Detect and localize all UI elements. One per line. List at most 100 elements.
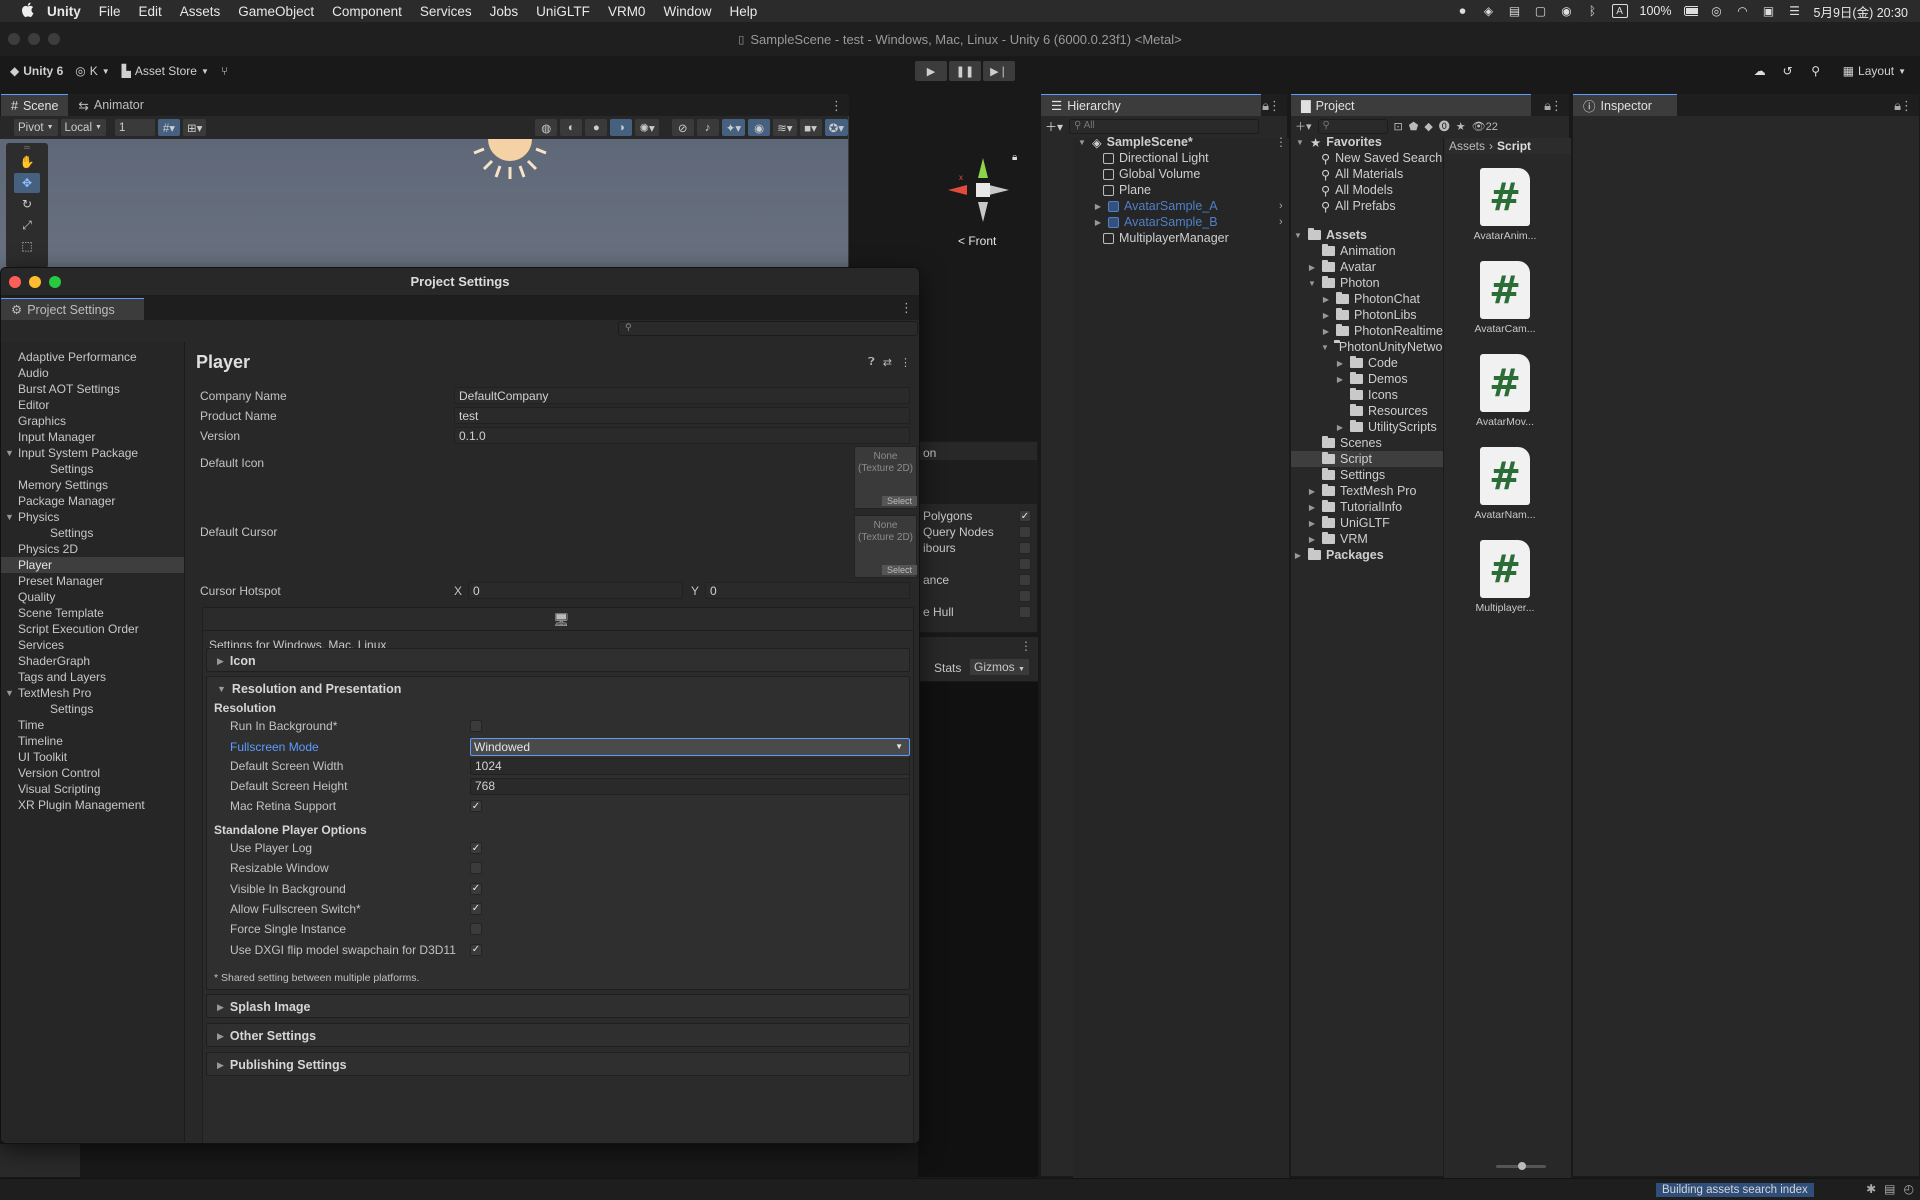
step-button[interactable]: ▶❘ [983,61,1015,81]
shaded-icon[interactable]: ● [585,119,608,136]
close-window-button[interactable] [9,276,21,288]
expand-arrow-icon[interactable]: ▶ [1307,487,1317,496]
tab-hierarchy[interactable]: ☰ Hierarchy [1041,94,1261,116]
zoom-window-button[interactable] [49,276,61,288]
orientation-gizmo[interactable]: x [943,150,1013,230]
hull-checkbox[interactable] [1019,606,1031,618]
settings-category-item[interactable]: Settings [1,701,184,717]
scene-root[interactable]: ▼ ◈ SampleScene* [1077,134,1193,150]
battery-icon[interactable] [1683,4,1698,18]
effects-dropdown[interactable]: ✦▾ [721,119,746,136]
visibility-icon[interactable]: ◉ [748,119,771,136]
project-folder-item[interactable]: Script [1291,451,1443,467]
script-asset[interactable]: # AvatarAnim... [1465,168,1545,242]
expand-arrow-icon[interactable]: ▶ [1335,375,1345,384]
menu-file[interactable]: File [90,4,130,19]
script-asset[interactable]: # AvatarNam... [1465,447,1545,521]
menu-help[interactable]: Help [720,4,766,19]
camera-dropdown[interactable]: ■▾ [799,119,822,136]
progress-icon[interactable]: ◴ [1904,1182,1914,1196]
settings-category-item[interactable]: Editor [1,397,184,413]
snap-increment-dropdown[interactable]: ⊞▾ [182,119,207,136]
local-dropdown[interactable]: Local ▼ [60,119,106,136]
user-icon[interactable]: ◎ [1710,4,1724,18]
hierarchy-item[interactable]: MultiplayerManager [1103,230,1229,246]
expand-arrow-icon[interactable]: ▶ [1321,327,1331,336]
panel-menu-icon[interactable]: ⋮ [830,98,843,114]
project-folder-item[interactable]: ▶ PhotonChat [1291,291,1443,307]
record-icon[interactable]: ⏺ [1456,4,1470,18]
expand-arrow-icon[interactable]: ▶ [1307,519,1317,528]
favorite-icon[interactable]: ★ [1456,120,1466,133]
grid-visibility-dropdown[interactable]: #▾ [157,119,180,136]
menu-component[interactable]: Component [323,4,411,19]
settings-category-item[interactable]: Package Manager [1,493,184,509]
settings-category-item[interactable]: Version Control [1,765,184,781]
settings-category-item[interactable]: Adaptive Performance [1,349,184,365]
project-folder-item[interactable]: ▶ PhotonLibs [1291,307,1443,323]
unity-status-icon[interactable]: ◈ [1482,4,1496,18]
product-name-field[interactable]: test [454,407,910,424]
settings-category-item[interactable]: XR Plugin Management [1,797,184,813]
publishing-settings-section[interactable]: ▶ Publishing Settings [206,1052,910,1076]
script-asset[interactable]: # AvatarCam... [1465,261,1545,335]
company-name-field[interactable]: DefaultCompany [454,387,910,404]
add-dropdown[interactable]: ＋▾ [1295,118,1312,134]
project-folder-item[interactable]: ▼ Photon [1291,275,1443,291]
asset-store-dropdown[interactable]: ▙ Asset Store ▼ [116,61,215,81]
settings-category-item[interactable]: ▼ TextMesh Pro [1,685,184,701]
panel-menu-icon[interactable]: ⋮ [1550,98,1563,114]
icon-size-slider[interactable] [1496,1162,1546,1170]
cloud-icon[interactable]: ☁ [1753,64,1767,78]
query-nodes-checkbox[interactable] [1019,526,1031,538]
neighbours-checkbox[interactable] [1019,542,1031,554]
settings-category-item[interactable]: Scene Template [1,605,184,621]
gizmos-button[interactable]: Gizmos ▼ [970,659,1029,675]
favorites-header[interactable]: ▼ ★ Favorites [1295,134,1382,150]
menu-app-unity[interactable]: Unity [38,4,90,19]
window-icon[interactable]: ▢ [1534,4,1548,18]
add-dropdown[interactable]: ＋▾ [1045,118,1063,135]
menu-gameobject[interactable]: GameObject [229,4,323,19]
version-control-button[interactable]: ⑂ [215,61,234,81]
rect-tool-icon[interactable]: ⬚ [14,236,40,256]
hidden-count-icon[interactable]: 👁︎22 [1472,120,1498,133]
chevron-right-icon[interactable]: › [1279,216,1283,228]
settings-category-item[interactable]: ▼ Input System Package [1,445,184,461]
project-folder-item[interactable]: ▶ UniGLTF [1291,515,1443,531]
tab-project-settings[interactable]: ⚙ Project Settings [1,298,144,320]
settings-category-item[interactable]: Visual Scripting [1,781,184,797]
overlay-checkbox[interactable] [1019,590,1031,602]
favorite-item[interactable]: ⚲ All Prefabs [1321,198,1443,214]
settings-category-item[interactable]: Player [1,557,184,573]
play-button[interactable]: ▶ [915,61,947,81]
app-status-icon[interactable]: ▣ [1762,4,1776,18]
zoom-window-button[interactable] [48,33,60,45]
settings-category-item[interactable]: Tags and Layers [1,669,184,685]
hierarchy-item[interactable]: Plane [1103,182,1151,198]
menu-window[interactable]: Window [654,4,720,19]
settings-category-item[interactable]: Graphics [1,413,184,429]
project-folder-item[interactable]: ▼PhotonUnityNetworking [1291,339,1443,355]
icon-section[interactable]: ▶ Icon [206,648,910,672]
breadcrumb-script[interactable]: Script [1497,139,1531,153]
expand-arrow-icon[interactable]: ▶ [1293,551,1303,560]
preset-icon[interactable]: ⇄ [883,356,892,369]
settings-category-item[interactable]: Script Execution Order [1,621,184,637]
project-folder-item[interactable]: ▶ UtilityScripts [1291,419,1443,435]
menu-unigltf[interactable]: UniGLTF [527,4,599,19]
expand-arrow-icon[interactable]: ▶ [1335,359,1345,368]
layers-dropdown[interactable]: ≋▾ [773,119,797,136]
warning-filter-icon[interactable]: ⓿ [1439,118,1450,134]
favorite-item[interactable]: ⚲ All Materials [1321,166,1443,182]
expand-arrow-icon[interactable]: ▼ [1077,138,1087,147]
control-center-icon[interactable]: ☰ [1788,4,1802,18]
script-asset[interactable]: # AvatarMov... [1465,354,1545,428]
chevron-right-icon[interactable]: › [1279,200,1283,212]
menu-jobs[interactable]: Jobs [481,4,528,19]
move-tool-icon[interactable]: ✥ [14,173,40,193]
splash-image-section[interactable]: ▶ Splash Image [206,994,910,1018]
settings-category-item[interactable]: ShaderGraph [1,653,184,669]
settings-category-item[interactable]: Memory Settings [1,477,184,493]
search-by-type-icon[interactable]: ⊡ [1394,120,1403,133]
